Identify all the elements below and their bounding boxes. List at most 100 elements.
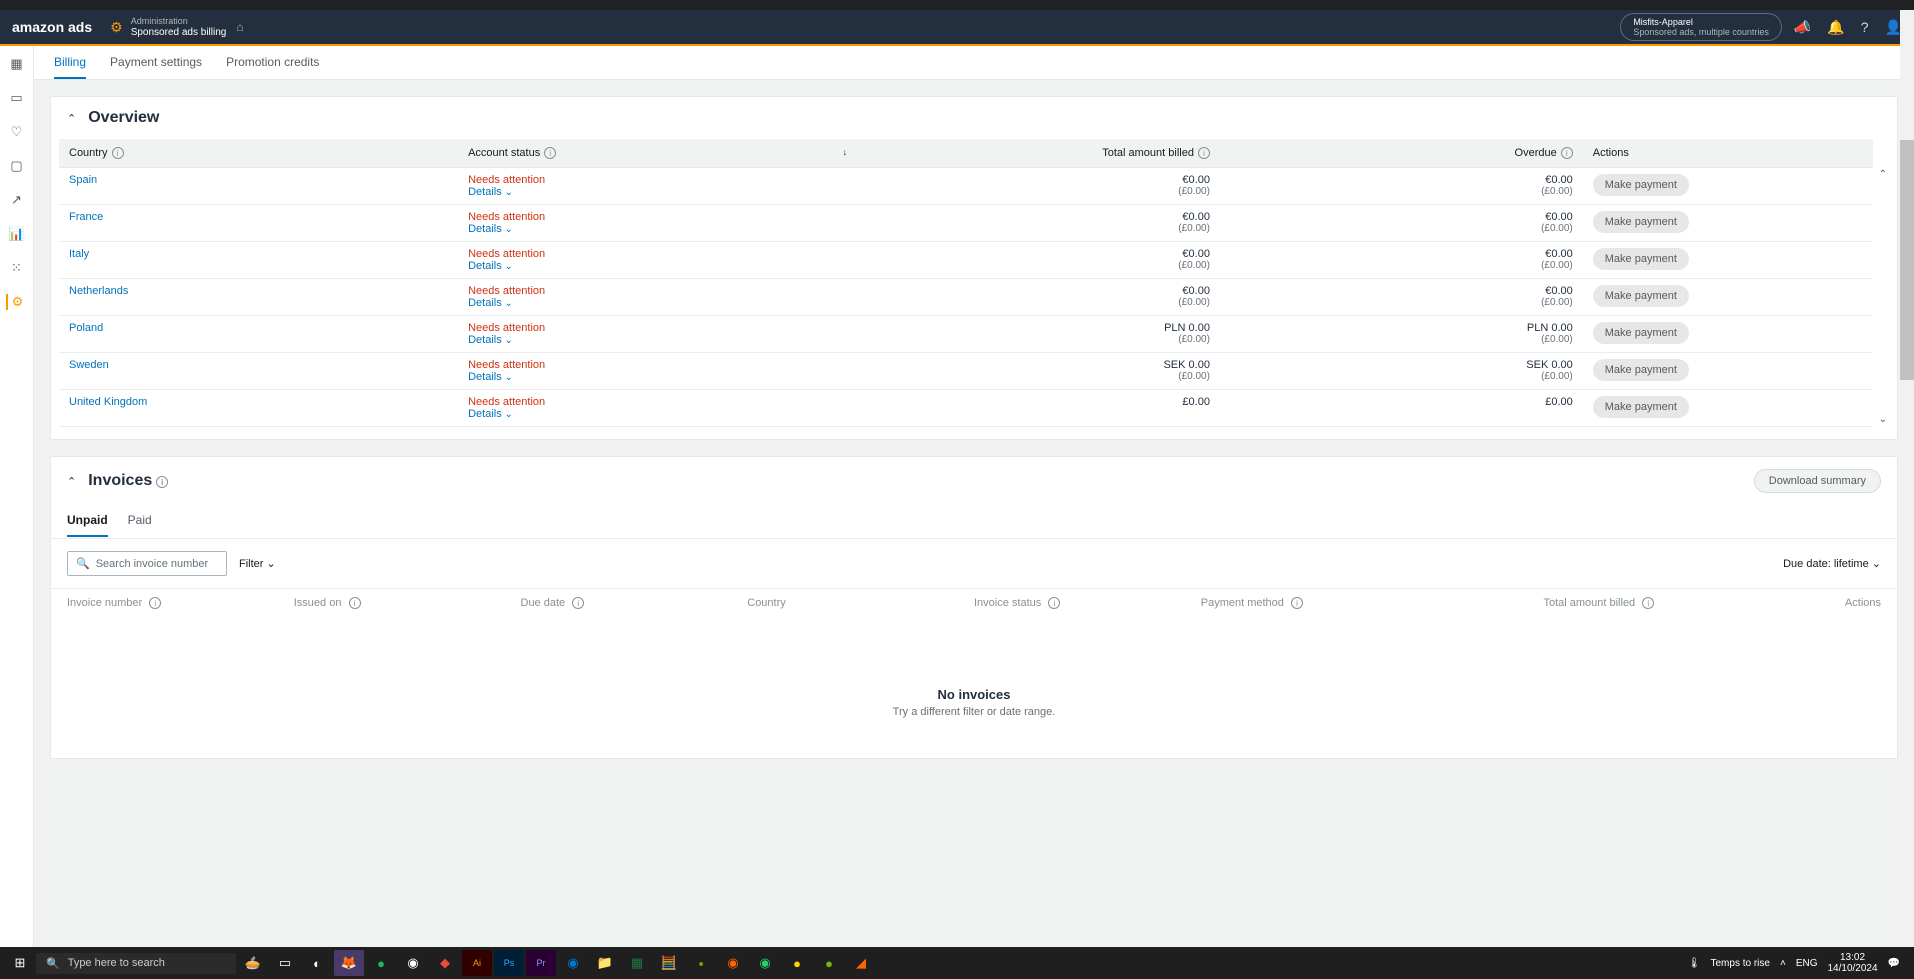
details-link[interactable]: Details <box>468 260 847 272</box>
taskbar-spotify-icon[interactable]: ● <box>366 950 396 976</box>
details-link[interactable]: Details <box>468 371 847 383</box>
details-link[interactable]: Details <box>468 408 847 420</box>
make-payment-button[interactable]: Make payment <box>1593 322 1689 344</box>
tab-unpaid[interactable]: Unpaid <box>67 505 108 537</box>
table-scroll-down-icon[interactable]: ⌄ <box>1879 414 1887 425</box>
col-issued-on[interactable]: Issued on <box>294 597 342 609</box>
details-link[interactable]: Details <box>468 297 847 309</box>
collapse-invoices-icon[interactable]: ⌃ <box>67 475 76 488</box>
sort-icon[interactable]: ↓ <box>843 147 848 157</box>
col-overdue[interactable]: Overdue <box>1515 147 1557 159</box>
details-link[interactable]: Details <box>468 186 847 198</box>
col-invoice-status[interactable]: Invoice status <box>974 597 1041 609</box>
bell-icon[interactable]: 🔔 <box>1827 19 1844 36</box>
details-link[interactable]: Details <box>468 223 847 235</box>
taskbar-explorer-icon[interactable]: 📁 <box>590 950 620 976</box>
taskbar-utorrent-icon[interactable]: ● <box>814 950 844 976</box>
download-summary-button[interactable]: Download summary <box>1754 469 1881 493</box>
taskbar-app-icon[interactable]: ◆ <box>430 950 460 976</box>
taskbar-app3-icon[interactable]: ◉ <box>718 950 748 976</box>
tab-payment-settings[interactable]: Payment settings <box>110 46 202 79</box>
taskbar-copilot-icon[interactable]: ◐ <box>302 950 332 976</box>
col-total-billed[interactable]: Total amount billed <box>1543 597 1635 609</box>
country-link[interactable]: Italy <box>69 248 89 260</box>
tab-billing[interactable]: Billing <box>54 46 86 79</box>
taskbar-app2-icon[interactable]: ▪ <box>686 950 716 976</box>
taskbar-search[interactable]: 🔍Type here to search <box>36 953 236 974</box>
info-icon[interactable]: i <box>1291 597 1303 609</box>
country-link[interactable]: United Kingdom <box>69 396 147 408</box>
taskbar-illustrator-icon[interactable]: Ai <box>462 950 492 976</box>
tray-chevron-icon[interactable]: ˄ <box>1780 958 1786 969</box>
taskbar-excel-icon[interactable]: ▦ <box>622 950 652 976</box>
taskbar-news-icon[interactable]: 🥧 <box>238 950 268 976</box>
tab-promotion-credits[interactable]: Promotion credits <box>226 46 319 79</box>
collapse-overview-icon[interactable]: ⌃ <box>67 112 76 125</box>
col-country[interactable]: Country <box>747 597 786 609</box>
browser-scrollbar[interactable] <box>1900 10 1914 947</box>
nav-settings-icon[interactable]: ⚙ <box>6 294 26 310</box>
country-link[interactable]: France <box>69 211 103 223</box>
nav-dashboard-icon[interactable]: ▦ <box>9 56 25 72</box>
make-payment-button[interactable]: Make payment <box>1593 174 1689 196</box>
table-scroll-up-icon[interactable]: ⌃ <box>1879 169 1887 180</box>
amazon-ads-logo[interactable]: amazon ads <box>12 19 92 35</box>
filter-button[interactable]: Filter ⌄ <box>239 557 276 570</box>
make-payment-button[interactable]: Make payment <box>1593 285 1689 307</box>
taskbar-calc-icon[interactable]: 🧮 <box>654 950 684 976</box>
col-due-date[interactable]: Due date <box>521 597 566 609</box>
info-icon[interactable]: i <box>1642 597 1654 609</box>
info-icon[interactable]: i <box>1561 147 1573 159</box>
taskbar-firefox-icon[interactable]: 🦊 <box>334 950 364 976</box>
nav-shield-icon[interactable]: ♡ <box>9 124 25 140</box>
help-icon[interactable]: ? <box>1861 19 1869 35</box>
notifications-icon[interactable]: 💬 <box>1888 958 1900 969</box>
start-button[interactable]: ⊞ <box>6 955 34 971</box>
info-icon[interactable]: i <box>572 597 584 609</box>
make-payment-button[interactable]: Make payment <box>1593 248 1689 270</box>
info-icon[interactable]: i <box>112 147 124 159</box>
language-indicator[interactable]: ENG <box>1796 958 1818 969</box>
megaphone-icon[interactable]: 📣 <box>1794 19 1811 36</box>
col-billed[interactable]: Total amount billed <box>1102 147 1194 159</box>
col-payment-method[interactable]: Payment method <box>1201 597 1284 609</box>
due-date-filter[interactable]: Due date: lifetime ⌄ <box>1783 557 1881 570</box>
taskbar-taskview-icon[interactable]: ▭ <box>270 950 300 976</box>
nav-apps-icon[interactable]: ⁙ <box>9 260 25 276</box>
taskbar-app5-icon[interactable]: ◢ <box>846 950 876 976</box>
tab-paid[interactable]: Paid <box>128 505 152 537</box>
info-icon[interactable]: i <box>149 597 161 609</box>
info-icon[interactable]: i <box>1048 597 1060 609</box>
country-link[interactable]: Poland <box>69 322 103 334</box>
info-icon[interactable]: i <box>156 476 168 488</box>
taskbar-photoshop-icon[interactable]: Ps <box>494 950 524 976</box>
weather-icon[interactable]: 🌡 <box>1688 958 1701 969</box>
col-invoice-number[interactable]: Invoice number <box>67 597 142 609</box>
account-switcher[interactable]: Misfits-Apparel Sponsored ads, multiple … <box>1620 13 1782 41</box>
nav-trend-icon[interactable]: ↗ <box>9 192 25 208</box>
taskbar-edge-icon[interactable]: ◉ <box>558 950 588 976</box>
taskbar-whatsapp-icon[interactable]: ◉ <box>750 950 780 976</box>
col-country[interactable]: Country <box>69 147 108 159</box>
info-icon[interactable]: i <box>1198 147 1210 159</box>
country-link[interactable]: Sweden <box>69 359 109 371</box>
country-link[interactable]: Spain <box>69 174 97 186</box>
scrollbar-thumb[interactable] <box>1900 140 1914 380</box>
search-invoice-input[interactable]: 🔍 Search invoice number <box>67 551 227 576</box>
taskbar-chrome-icon[interactable]: ◉ <box>398 950 428 976</box>
col-status[interactable]: Account status <box>468 147 540 159</box>
make-payment-button[interactable]: Make payment <box>1593 211 1689 233</box>
details-link[interactable]: Details <box>468 334 847 346</box>
nav-chart-icon[interactable]: 📊 <box>9 226 25 242</box>
make-payment-button[interactable]: Make payment <box>1593 359 1689 381</box>
make-payment-button[interactable]: Make payment <box>1593 396 1689 418</box>
weather-text[interactable]: Temps to rise <box>1711 958 1770 969</box>
country-link[interactable]: Netherlands <box>69 285 128 297</box>
nav-card-icon[interactable]: ▭ <box>9 90 25 106</box>
clock[interactable]: 13:02 14/10/2024 <box>1827 952 1877 974</box>
taskbar-app4-icon[interactable]: ● <box>782 950 812 976</box>
info-icon[interactable]: i <box>544 147 556 159</box>
taskbar-premiere-icon[interactable]: Pr <box>526 950 556 976</box>
nav-screen-icon[interactable]: ▢ <box>9 158 25 174</box>
info-icon[interactable]: i <box>349 597 361 609</box>
